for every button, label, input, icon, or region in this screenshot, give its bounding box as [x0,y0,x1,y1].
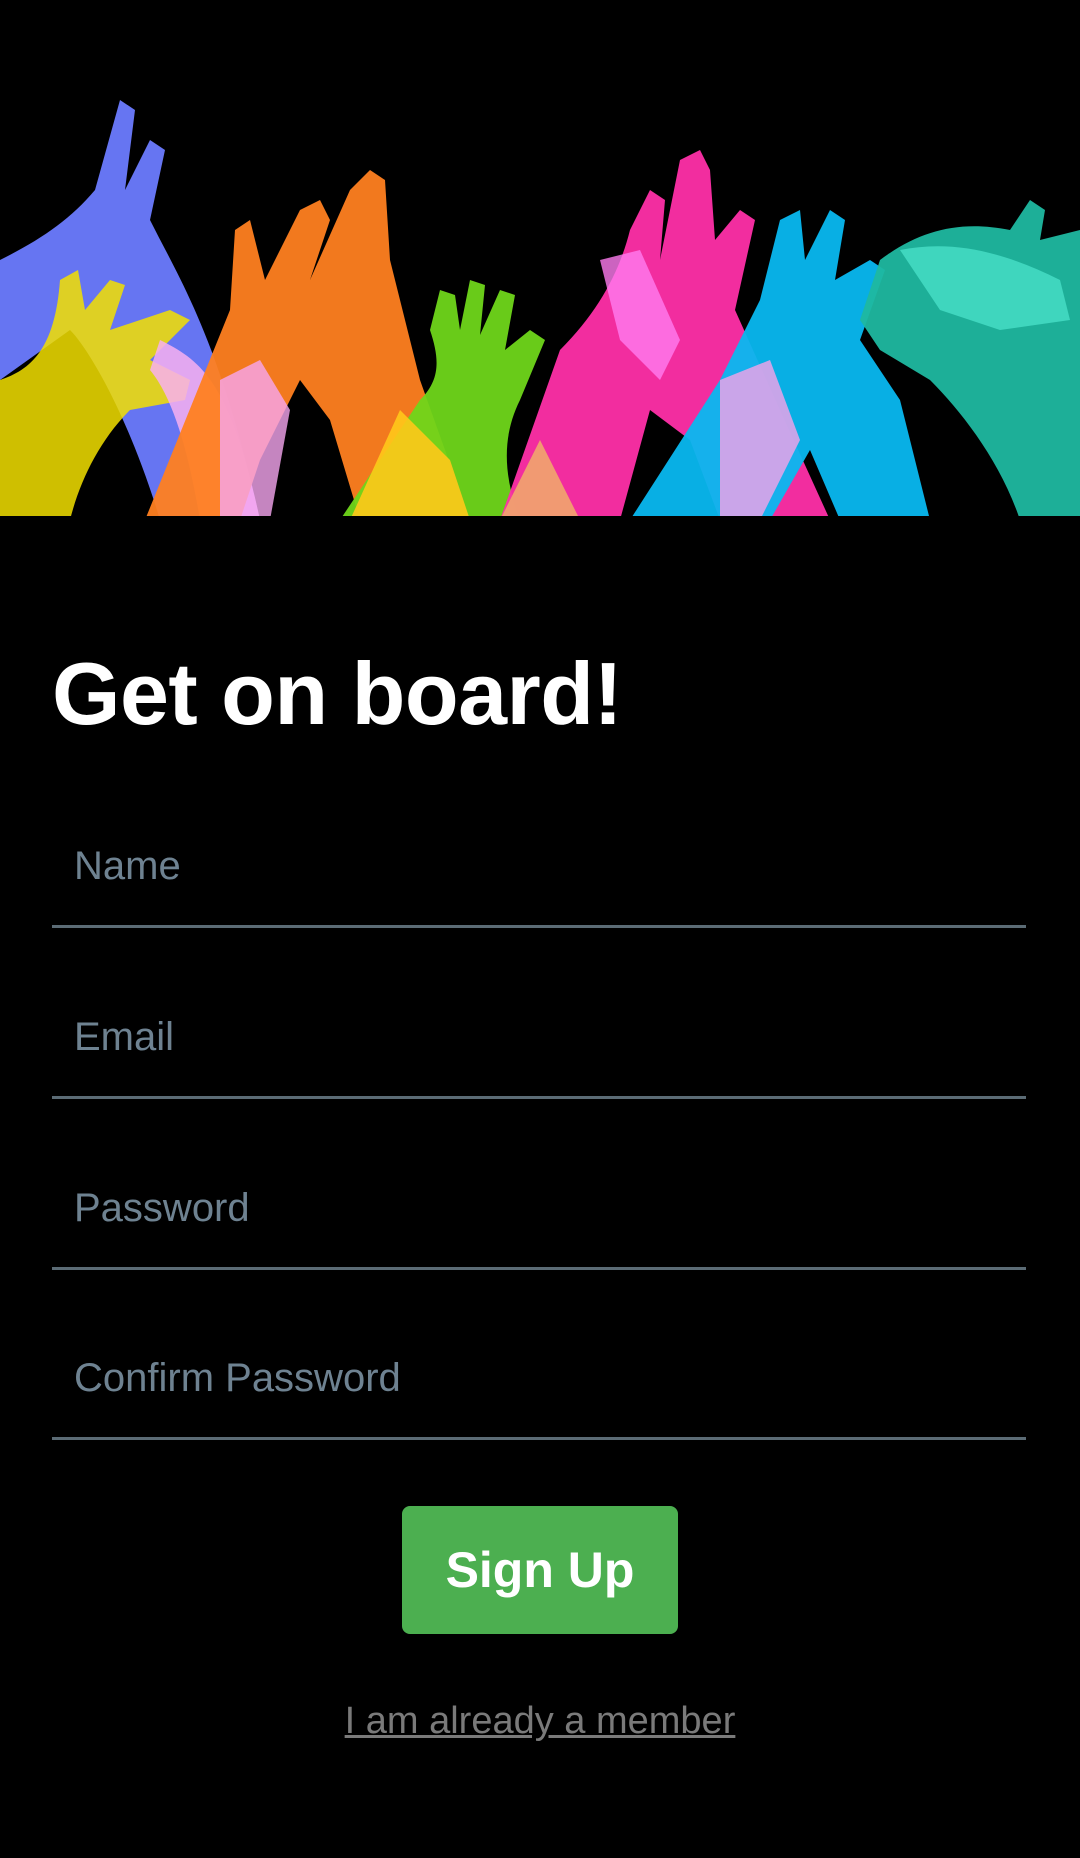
confirm-password-field[interactable] [52,1320,1026,1440]
email-field[interactable] [52,979,1026,1099]
email-input[interactable] [52,979,1026,1096]
confirm-password-input[interactable] [52,1320,1026,1437]
page-title: Get on board! [52,644,623,743]
already-member-link[interactable]: I am already a member [0,1700,1080,1743]
hands-image [0,100,1080,520]
password-field[interactable] [52,1150,1026,1270]
name-input[interactable] [52,808,1026,925]
sign-up-button[interactable]: Sign Up [402,1506,678,1634]
password-input[interactable] [52,1150,1026,1267]
hero-hands-illustration [0,80,1080,520]
name-field[interactable] [52,808,1026,928]
